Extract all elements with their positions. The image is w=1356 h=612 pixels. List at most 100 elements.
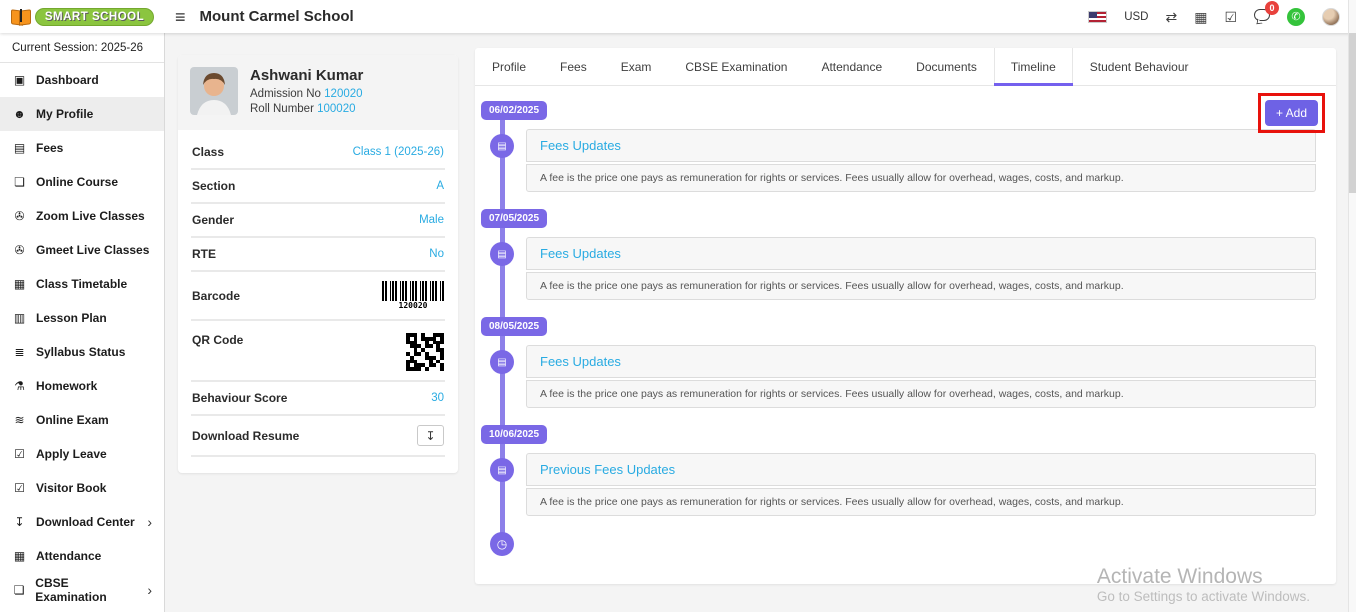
student-photo [190, 67, 238, 115]
tab-profile[interactable]: Profile [475, 48, 543, 85]
calendar-check-icon: ▦ [12, 549, 27, 563]
roll-number-value: 100020 [317, 103, 355, 115]
sidebar-item-class-timetable[interactable]: ▦ Class Timetable › [0, 267, 164, 301]
download-resume-button[interactable]: ↧ [417, 425, 444, 446]
tab-fees[interactable]: Fees [543, 48, 604, 85]
sidebar-item-attendance[interactable]: ▦ Attendance › [0, 539, 164, 573]
download-icon: ↧ [425, 429, 435, 443]
currency-selector[interactable]: USD [1124, 11, 1148, 23]
timeline-entry-description: A fee is the price one pays as remunerat… [526, 380, 1316, 408]
user-avatar[interactable] [1322, 8, 1340, 26]
sidebar-item-cbse-examination[interactable]: ❏ CBSE Examination › [0, 573, 164, 607]
timeline-entry-title[interactable]: Fees Updates [526, 129, 1316, 162]
profile-detail-label: Barcode [192, 289, 240, 303]
app-logo[interactable]: SMART SCHOOL [0, 0, 165, 33]
timeline-panel: + Add 06/02/2025 ▤ Fees Updates A fee is… [475, 86, 1336, 584]
sidebar-item-label: Class Timetable [36, 277, 127, 291]
whatsapp-icon[interactable]: ✆ [1287, 8, 1305, 26]
profile-detail-label: Section [192, 179, 235, 193]
tab-student-behaviour[interactable]: Student Behaviour [1073, 48, 1206, 85]
sidebar-item-apply-leave[interactable]: ☑ Apply Leave › [0, 437, 164, 471]
profile-detail-value: 30 [431, 392, 444, 404]
timeline-entry-description: A fee is the price one pays as remunerat… [526, 272, 1316, 300]
language-flag-icon[interactable] [1088, 11, 1107, 23]
sidebar-item-visitor-book[interactable]: ☑ Visitor Book › [0, 471, 164, 505]
tab-timeline[interactable]: Timeline [994, 48, 1073, 85]
currency-exchange-icon[interactable]: ⇄ [1165, 10, 1177, 24]
tab-documents[interactable]: Documents [899, 48, 994, 85]
timeline-dot-icon: ▤ [490, 242, 514, 266]
profile-detail-label: RTE [192, 247, 216, 261]
sidebar-item-fees[interactable]: ▤ Fees › [0, 131, 164, 165]
sidebar-item-dashboard[interactable]: ▣ Dashboard › [0, 63, 164, 97]
timeline-dot-icon: ▤ [490, 350, 514, 374]
student-detail-card: Profile Fees Exam CBSE Examination Atten… [475, 48, 1336, 584]
sidebar-item-syllabus-status[interactable]: ≣ Syllabus Status › [0, 335, 164, 369]
page-scrollbar[interactable] [1348, 0, 1356, 612]
profile-detail-row: Class Class 1 (2025-26) Class 1 (2025-26… [191, 136, 445, 170]
timeline-entry: 10/06/2025 ▤ Previous Fees Updates A fee… [475, 424, 1326, 516]
timeline-date-badge: 10/06/2025 [481, 425, 547, 444]
logo-book-icon [11, 9, 31, 24]
sidebar-item-download-center[interactable]: ↧ Download Center › [0, 505, 164, 539]
tab-exam[interactable]: Exam [604, 48, 669, 85]
page-title: Mount Carmel School [200, 8, 354, 25]
tab-label: Student Behaviour [1090, 60, 1189, 74]
timeline-date-badge: 07/05/2025 [481, 209, 547, 228]
sidebar-item-examinations[interactable]: ▦ Examinations › [0, 607, 164, 612]
task-icon[interactable]: ☑ [1224, 10, 1237, 24]
profile-detail-value: No [429, 248, 444, 260]
sidebar: Current Session: 2025-26 ▣ Dashboard › ☻… [0, 33, 165, 612]
sidebar-item-label: Gmeet Live Classes [36, 243, 149, 257]
menu-toggle-icon[interactable]: ≡ [175, 8, 186, 26]
add-timeline-button[interactable]: + Add [1265, 100, 1318, 126]
check-square-icon: ☑ [12, 481, 27, 495]
profile-detail-label: Class [192, 145, 224, 159]
file-icon: ❏ [12, 175, 27, 189]
sidebar-item-label: Zoom Live Classes [36, 209, 145, 223]
profile-detail-row: QR Code ↧ [191, 321, 445, 382]
sidebar-item-label: Apply Leave [36, 447, 107, 461]
timeline-entry-title[interactable]: Fees Updates [526, 345, 1316, 378]
timeline-entry-description: A fee is the price one pays as remunerat… [526, 164, 1316, 192]
chat-icon[interactable]: 0 [1254, 8, 1270, 26]
student-profile-card: Ashwani Kumar Admission No 120020 Roll N… [178, 55, 458, 473]
profile-detail-row: Download Resume ↧ [191, 416, 445, 457]
sidebar-item-label: CBSE Examination [35, 576, 138, 604]
tab-attendance[interactable]: Attendance [804, 48, 899, 85]
qr-code-image [406, 333, 444, 371]
scrollbar-thumb[interactable] [1349, 33, 1356, 193]
profile-detail-value: Male [419, 214, 444, 226]
sidebar-item-my-profile[interactable]: ☻ My Profile › [0, 97, 164, 131]
timeline-entry-title[interactable]: Fees Updates [526, 237, 1316, 270]
profile-detail-row: Gender Male Male ↧ [191, 204, 445, 238]
sidebar-item-lesson-plan[interactable]: ▥ Lesson Plan › [0, 301, 164, 335]
chevron-right-icon: › [147, 582, 152, 598]
monitor-icon: ▣ [12, 73, 27, 87]
check-square-icon: ☑ [12, 447, 27, 461]
money-icon: ▤ [12, 141, 27, 155]
current-session-label: Current Session: 2025-26 [0, 33, 164, 63]
sidebar-item-label: Online Exam [36, 413, 109, 427]
sidebar-item-label: My Profile [36, 107, 93, 121]
calendar-icon[interactable]: ▦ [1194, 10, 1207, 24]
sidebar-item-online-exam[interactable]: ≋ Online Exam › [0, 403, 164, 437]
sidebar-item-label: Lesson Plan [36, 311, 107, 325]
sidebar-item-gmeet-live-classes[interactable]: ✇ Gmeet Live Classes › [0, 233, 164, 267]
sidebar-item-homework[interactable]: ⚗ Homework › [0, 369, 164, 403]
timeline-date-badge: 08/05/2025 [481, 317, 547, 336]
calendar-plus-icon: ▦ [12, 277, 27, 291]
user-plus-icon: ☻ [12, 107, 27, 121]
list-icon: ≣ [12, 345, 27, 359]
tab-cbse-examination[interactable]: CBSE Examination [668, 48, 804, 85]
sidebar-item-label: Attendance [36, 549, 101, 563]
timeline-entry-title[interactable]: Previous Fees Updates [526, 453, 1316, 486]
timeline-entry: 07/05/2025 ▤ Fees Updates A fee is the p… [475, 208, 1326, 300]
chevron-right-icon: › [147, 514, 152, 530]
profile-detail-row: Barcode 120020 120020 ↧ [191, 272, 445, 321]
sidebar-item-online-course[interactable]: ❏ Online Course › [0, 165, 164, 199]
video-camera-icon: ✇ [12, 243, 27, 257]
timeline: 06/02/2025 ▤ Fees Updates A fee is the p… [475, 100, 1326, 560]
sidebar-item-label: Online Course [36, 175, 118, 189]
sidebar-item-zoom-live-classes[interactable]: ✇ Zoom Live Classes › [0, 199, 164, 233]
